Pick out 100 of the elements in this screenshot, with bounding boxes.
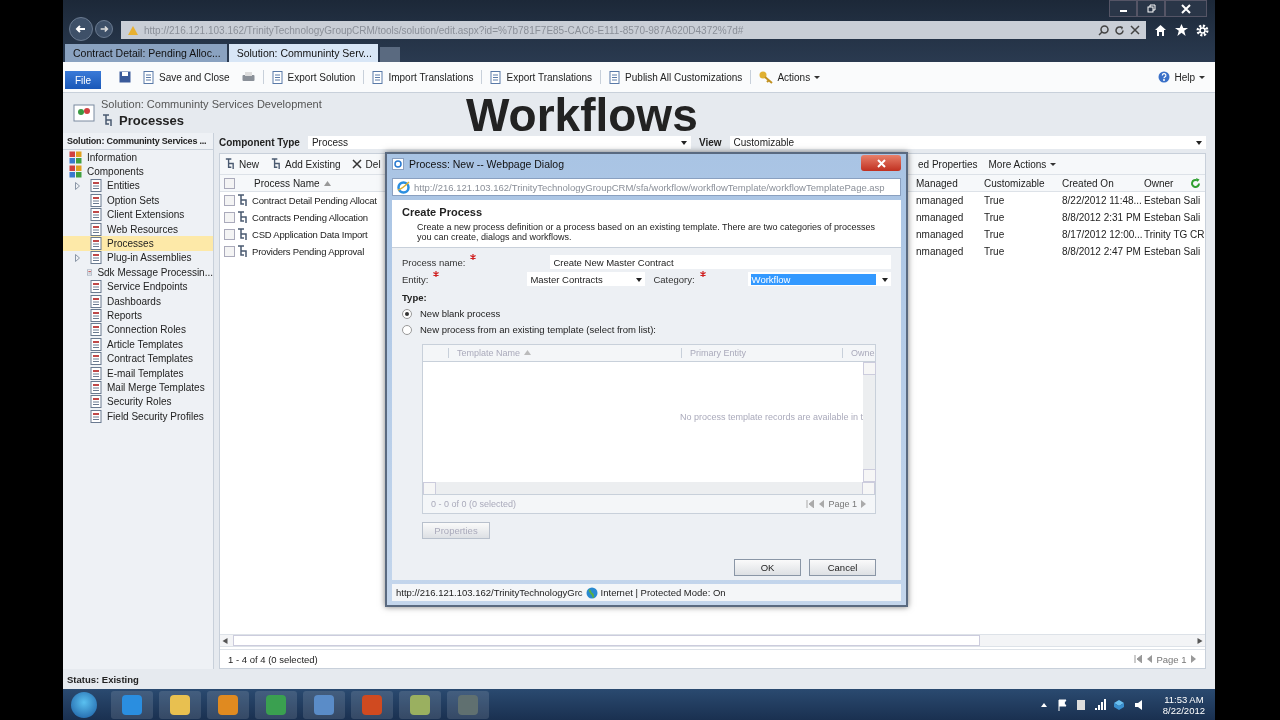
close-icon[interactable] [1130, 25, 1140, 35]
sidebar-item[interactable]: Contract Templates [63, 351, 213, 366]
table-cell[interactable]: Contracts Pending Allocation [252, 212, 386, 223]
sidebar-item[interactable]: Plug-in Assemblies [63, 250, 213, 266]
refresh-icon[interactable] [1114, 24, 1125, 36]
sidebar-item[interactable]: Entities [63, 178, 213, 194]
vertical-scrollbar[interactable] [863, 361, 875, 482]
toolbar-button[interactable]: Save and Close [139, 70, 234, 84]
column-header[interactable]: Managed [914, 177, 982, 189]
expand-icon[interactable] [75, 181, 80, 190]
column-header[interactable]: Process Name [252, 177, 386, 189]
sidebar-item[interactable]: Article Templates [63, 337, 213, 352]
restore-button[interactable] [1137, 0, 1165, 17]
sidebar-item[interactable]: Reports [63, 308, 213, 323]
printer-icon[interactable] [241, 71, 255, 83]
toolbar-button[interactable]: Export Solution [267, 70, 360, 84]
toolbar-button[interactable]: Add Existing [266, 158, 345, 170]
table-cell[interactable]: Contract Detail Pending Allocat [252, 195, 386, 206]
toolbar-button[interactable]: New [220, 158, 263, 170]
sidebar-item[interactable]: Components [63, 164, 213, 179]
row-checkbox[interactable] [224, 195, 235, 206]
component-type-select[interactable]: Process [307, 136, 691, 149]
sidebar-item[interactable]: Web Resources [63, 221, 213, 237]
file-button[interactable]: File [65, 71, 101, 89]
star-icon[interactable] [1175, 24, 1188, 36]
search-icon[interactable] [1098, 24, 1109, 36]
document-icon [90, 193, 102, 207]
first-page-icon[interactable] [1134, 655, 1143, 663]
sidebar-item[interactable]: Security Roles [63, 394, 213, 410]
scroll-left-icon[interactable] [220, 637, 230, 644]
toolbar-button[interactable]: More Actions [984, 158, 1061, 170]
expand-icon[interactable] [75, 253, 80, 262]
toolbar-button[interactable]: ed Properties [914, 158, 982, 170]
sidebar-item[interactable]: Connection Roles [63, 322, 213, 338]
toolbar-button[interactable]: Del [347, 158, 385, 170]
sidebar-item[interactable]: Service Endpoints [63, 279, 213, 294]
back-button[interactable] [69, 17, 93, 41]
settings-icon[interactable] [1196, 23, 1209, 37]
flowchart-icon [270, 158, 281, 170]
clock-time[interactable]: 11:53 AM [1164, 693, 1204, 705]
flowchart-icon [224, 158, 235, 170]
sidebar-item[interactable]: Information [63, 150, 213, 165]
forward-button[interactable] [95, 20, 113, 38]
toolbar-button[interactable]: Export Translations [486, 70, 597, 84]
horizontal-scrollbar[interactable] [423, 481, 875, 494]
record-count: 0 - 0 of 0 (0 selected) [431, 498, 517, 509]
sidebar-item[interactable]: Dashboards [63, 293, 213, 309]
view-select[interactable]: Customizable [729, 136, 1206, 149]
sidebar-item[interactable]: Sdk Message Processin... [63, 265, 213, 280]
sidebar-item[interactable]: E-mail Templates [63, 365, 213, 381]
entity-select[interactable]: Master Contracts [527, 272, 646, 287]
next-page-icon[interactable] [1190, 655, 1197, 663]
toolbar-button[interactable]: Publish All Customizations [605, 70, 747, 84]
home-icon[interactable] [1154, 24, 1167, 36]
empty-message: No process template records are available in t [679, 411, 863, 422]
new-tab-button[interactable] [379, 47, 400, 62]
document-icon [90, 309, 102, 322]
cancel-button[interactable]: Cancel [809, 558, 876, 576]
page-title: Processes [119, 113, 185, 128]
column-header[interactable]: Created On [1060, 177, 1142, 189]
previous-page-icon[interactable] [818, 499, 825, 508]
clock-date[interactable]: 8/22/2012 [1162, 704, 1205, 716]
sidebar-item[interactable]: Option Sets [63, 193, 213, 208]
row-checkbox[interactable] [224, 212, 235, 223]
table-cell[interactable]: Providers Pending Approval [252, 246, 386, 257]
row-checkbox[interactable] [224, 229, 235, 240]
column-header[interactable]: Customizable [982, 177, 1060, 189]
sidebar-item[interactable]: Processes [63, 236, 213, 251]
arrow-left-icon [75, 23, 87, 35]
radio-button[interactable] [402, 324, 412, 335]
browser-tab[interactable]: Contract Detail: Pending Alloc... [65, 44, 227, 62]
row-checkbox[interactable] [224, 246, 235, 257]
help-icon [1158, 71, 1171, 83]
refresh-icon[interactable] [1189, 177, 1201, 189]
browser-tab[interactable]: Solution: Communinty Serv... [228, 44, 378, 62]
flowchart-icon [236, 245, 248, 258]
horizontal-scrollbar[interactable] [220, 634, 1205, 647]
flowchart-icon [236, 228, 248, 241]
minimize-button[interactable] [1109, 0, 1137, 17]
sidebar-item[interactable]: Client Extensions [63, 207, 213, 222]
next-page-icon[interactable] [861, 499, 867, 508]
sidebar-item[interactable]: Mail Merge Templates [63, 380, 213, 395]
column-header[interactable]: Owner [1142, 177, 1205, 189]
first-page-icon[interactable] [806, 499, 815, 508]
process-name-field[interactable]: Create New Master Contract [550, 255, 891, 270]
toolbar-button[interactable]: Import Translations [368, 70, 478, 84]
previous-page-icon[interactable] [1146, 655, 1153, 663]
toolbar-button[interactable]: Actions [755, 70, 825, 84]
radio-button[interactable] [402, 308, 412, 319]
save-icon[interactable] [119, 71, 131, 83]
column-header: Template Name [448, 347, 681, 358]
start-button[interactable] [71, 691, 97, 718]
select-all-checkbox[interactable] [224, 177, 235, 189]
sidebar-item[interactable]: Field Security Profiles [63, 409, 213, 424]
help-button[interactable]: Help [1154, 71, 1209, 83]
ok-button[interactable]: OK [734, 558, 801, 576]
close-button[interactable] [1165, 0, 1207, 17]
table-cell[interactable]: CSD Application Data Import [252, 229, 386, 240]
record-count: 1 - 4 of 4 (0 selected) [228, 653, 318, 665]
close-button[interactable] [861, 155, 901, 171]
